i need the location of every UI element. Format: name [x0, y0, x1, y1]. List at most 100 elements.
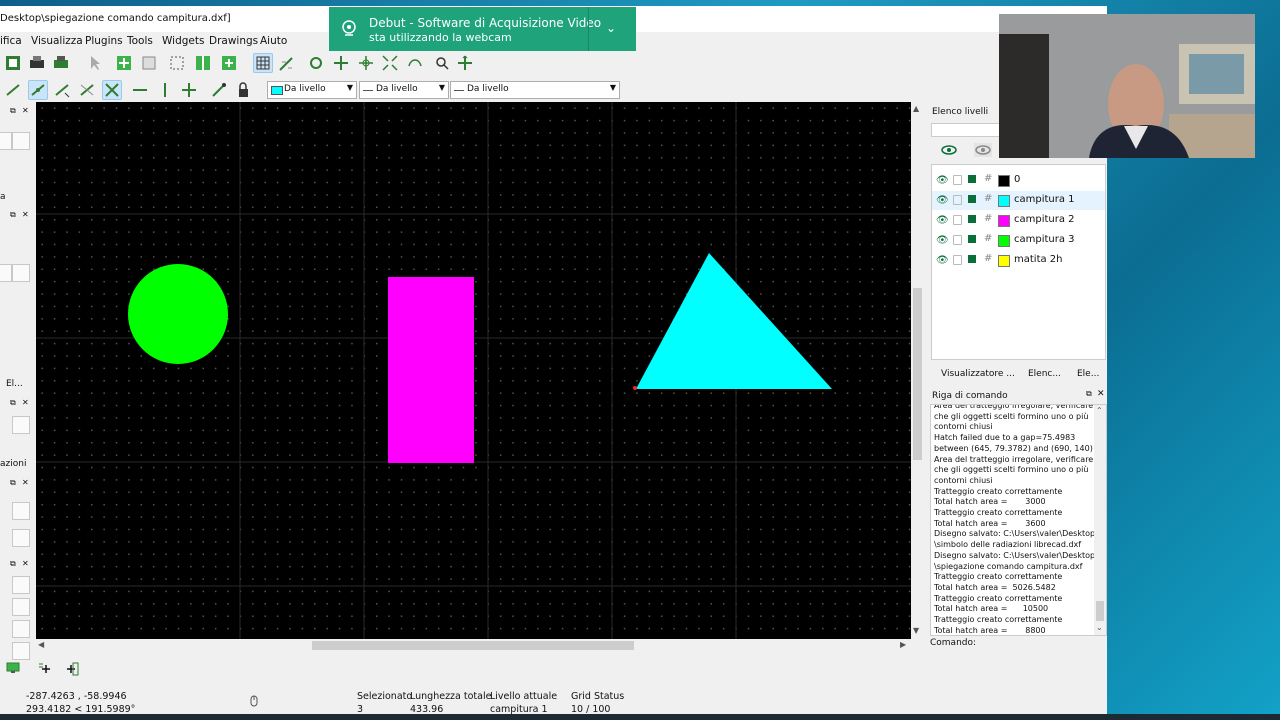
scroll-thumb[interactable] [913, 288, 922, 460]
chevron-down-icon[interactable]: ⌄ [606, 21, 616, 35]
tool-icon[interactable] [12, 132, 30, 150]
tab-library-viewer[interactable]: Visualizzatore ... [941, 369, 1015, 379]
export-icon[interactable] [4, 54, 22, 72]
monitor-icon[interactable] [6, 662, 20, 674]
zoom-pan-icon[interactable] [456, 54, 474, 72]
restrict-horizontal-icon[interactable] [131, 81, 149, 99]
scroll-up-icon[interactable]: ▲ [913, 104, 919, 113]
lock-icon[interactable] [953, 175, 962, 185]
print-preview-icon[interactable] [52, 54, 70, 72]
lock-icon[interactable] [953, 195, 962, 205]
lock-relative-zero-icon[interactable] [234, 81, 252, 99]
float-icon[interactable]: ⧉ [1086, 389, 1092, 399]
menu-plugins[interactable]: Plugins [85, 35, 123, 47]
line-width-select[interactable]: Da livello ▼ [450, 81, 620, 99]
hatched-circle[interactable] [128, 264, 228, 364]
relative-zero-icon[interactable] [210, 81, 228, 99]
print-icon[interactable] [968, 175, 976, 183]
zoom-previous-icon[interactable] [406, 54, 424, 72]
tool-icon[interactable] [0, 132, 12, 150]
webcam-notification[interactable]: Debut - Software di Acquisizione Video s… [329, 7, 636, 51]
construction-icon[interactable]: # [984, 193, 992, 204]
snap-endpoint-icon[interactable] [53, 81, 71, 99]
scroll-left-icon[interactable]: ◀ [38, 640, 44, 649]
float-icon[interactable]: ⧉ [10, 210, 16, 220]
tab-block-list[interactable]: Ele... [1077, 369, 1099, 379]
close-icon[interactable]: ✕ [22, 106, 29, 115]
snap-free-icon[interactable] [4, 81, 22, 99]
scroll-down-icon[interactable]: ⌄ [1096, 623, 1103, 632]
scroll-thumb[interactable] [1096, 601, 1104, 621]
print-icon[interactable] [28, 54, 46, 72]
scroll-thumb[interactable] [312, 641, 634, 650]
zoom-in-icon[interactable] [332, 54, 350, 72]
print-icon[interactable] [968, 255, 976, 263]
drawing-canvas[interactable] [36, 102, 911, 639]
float-icon[interactable]: ⧉ [10, 478, 16, 488]
construction-icon[interactable]: # [984, 213, 992, 224]
close-icon[interactable]: ✕ [22, 559, 29, 568]
close-icon[interactable]: ✕ [22, 398, 29, 407]
tool-icon[interactable] [12, 620, 30, 638]
snap-intersection-icon[interactable] [102, 80, 122, 100]
construction-icon[interactable]: # [984, 233, 992, 244]
layer-row[interactable]: 👁 # campitura 3 [932, 231, 1105, 250]
eye-icon[interactable]: 👁 [936, 175, 949, 186]
close-icon[interactable]: ✕ [22, 478, 29, 487]
close-icon[interactable]: ✕ [1097, 389, 1105, 399]
tool-icon[interactable] [12, 598, 30, 616]
construction-icon[interactable]: # [984, 253, 992, 264]
command-input[interactable]: Comando: [928, 636, 1107, 652]
layer-row[interactable]: 👁 # 0 [932, 171, 1105, 190]
float-icon[interactable]: ⧉ [10, 559, 16, 569]
zoom-auto-icon[interactable] [381, 54, 399, 72]
snap-grid-icon[interactable] [28, 80, 48, 100]
scroll-right-icon[interactable]: ▶ [900, 640, 906, 649]
line-type-select[interactable]: Da livello ▼ [359, 81, 449, 99]
layer-row[interactable]: 👁 # campitura 1 [932, 191, 1105, 210]
grid-toggle-icon[interactable] [253, 53, 273, 73]
block-icon[interactable] [140, 54, 158, 72]
eye-icon[interactable]: 👁 [936, 235, 949, 246]
print-icon[interactable] [968, 235, 976, 243]
construction-icon[interactable]: # [984, 173, 992, 184]
tool-icon[interactable] [12, 416, 30, 434]
eye-icon[interactable]: 👁 [936, 255, 949, 266]
tool-icon[interactable] [12, 576, 30, 594]
command-log-scrollbar[interactable]: ⌃ ⌄ [1094, 405, 1106, 635]
redraw-icon[interactable] [307, 54, 325, 72]
tab-layer-list[interactable]: Elenc... [1028, 369, 1061, 379]
new-layer-icon[interactable] [115, 54, 133, 72]
zoom-out-icon[interactable] [357, 54, 375, 72]
scroll-down-icon[interactable]: ▼ [913, 626, 919, 635]
hide-all-eye-icon[interactable] [974, 143, 992, 157]
print-icon[interactable] [968, 195, 976, 203]
menu-help[interactable]: Aiuto [260, 35, 287, 47]
draft-mode-icon[interactable] [278, 54, 296, 72]
tool-icon[interactable] [12, 264, 30, 282]
hatched-rectangle[interactable] [388, 277, 474, 463]
select-pointer-icon[interactable] [86, 54, 104, 72]
lock-icon[interactable] [953, 235, 962, 245]
menu-edit[interactable]: ifica [0, 35, 22, 47]
lock-icon[interactable] [953, 215, 962, 225]
layer-row[interactable]: 👁 # matita 2h [932, 251, 1105, 270]
menu-drawings[interactable]: Drawings [209, 35, 258, 47]
add-layer-status-icon[interactable] [38, 662, 54, 676]
menu-tools[interactable]: Tools [127, 35, 153, 47]
eye-icon[interactable]: 👁 [936, 195, 949, 206]
menu-widgets[interactable]: Widgets [162, 35, 204, 47]
show-all-eye-icon[interactable] [940, 143, 958, 157]
tool-icon[interactable] [0, 264, 12, 282]
layer-row[interactable]: 👁 # campitura 2 [932, 211, 1105, 230]
insert-block-icon[interactable] [168, 54, 186, 72]
menu-view[interactable]: Visualizza [31, 35, 83, 47]
add-layer-group-icon[interactable] [63, 662, 79, 676]
add-toolbar-icon[interactable] [220, 54, 238, 72]
lock-icon[interactable] [953, 255, 962, 265]
dock-widgets-icon[interactable] [194, 54, 212, 72]
tool-icon[interactable] [12, 642, 30, 660]
float-icon[interactable]: ⧉ [10, 106, 16, 116]
eye-icon[interactable]: 👁 [936, 215, 949, 226]
print-icon[interactable] [968, 215, 976, 223]
